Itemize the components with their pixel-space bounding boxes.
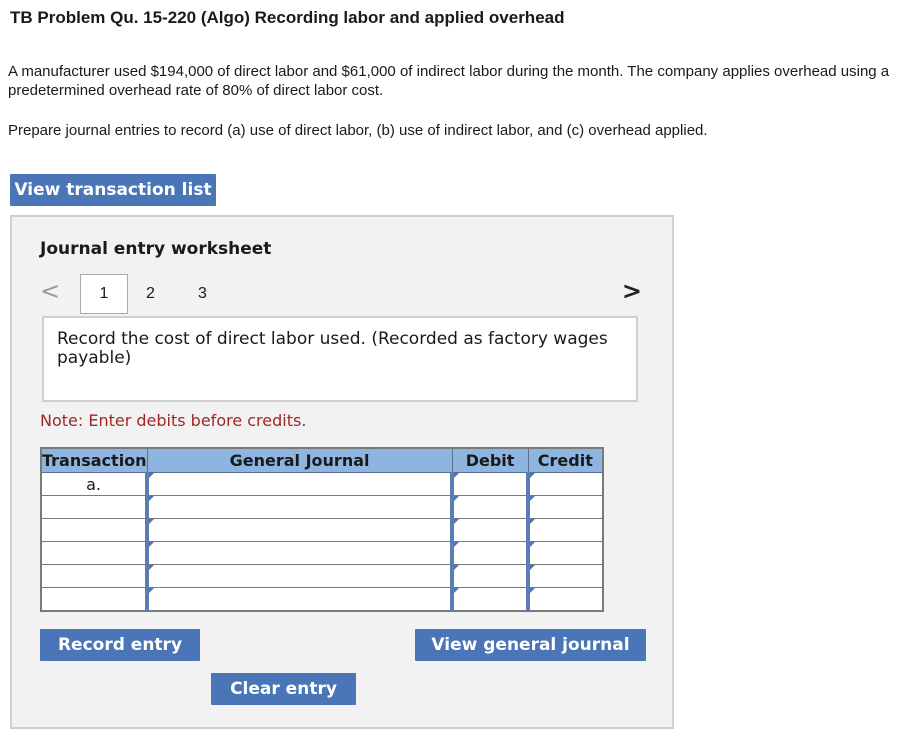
- dropdown-marker-icon: [149, 519, 155, 524]
- credit-input[interactable]: [526, 518, 604, 542]
- entry-instruction: Record the cost of direct labor used. (R…: [42, 316, 638, 402]
- transaction-cell: [40, 495, 148, 519]
- credit-input[interactable]: [526, 541, 604, 565]
- credit-input[interactable]: [526, 564, 604, 588]
- dropdown-marker-icon: [530, 519, 536, 524]
- page-tab-3[interactable]: 3: [198, 285, 207, 303]
- problem-instructions: Prepare journal entries to record (a) us…: [8, 122, 708, 139]
- transaction-cell: [40, 587, 148, 612]
- transaction-cell: [40, 564, 148, 588]
- table-row: [40, 541, 604, 565]
- debit-input[interactable]: [450, 495, 529, 519]
- account-input[interactable]: [145, 564, 453, 588]
- debit-input[interactable]: [450, 541, 529, 565]
- dropdown-marker-icon: [530, 542, 536, 547]
- dropdown-marker-icon: [530, 473, 536, 478]
- debit-input[interactable]: [450, 587, 529, 612]
- dropdown-marker-icon: [530, 588, 536, 593]
- transaction-cell: [40, 541, 148, 565]
- header-general-journal: General Journal: [146, 447, 453, 473]
- dropdown-marker-icon: [530, 496, 536, 501]
- debit-input[interactable]: [450, 472, 529, 496]
- entry-note: Note: Enter debits before credits.: [40, 411, 307, 430]
- clear-entry-button[interactable]: Clear entry: [211, 673, 356, 705]
- view-general-journal-button[interactable]: View general journal: [415, 629, 646, 661]
- credit-input[interactable]: [526, 587, 604, 612]
- debit-input[interactable]: [450, 564, 529, 588]
- problem-description: A manufacturer used $194,000 of direct l…: [8, 63, 890, 99]
- dropdown-marker-icon: [454, 473, 460, 478]
- dropdown-marker-icon: [149, 565, 155, 570]
- page-tab-1[interactable]: 1: [80, 274, 128, 314]
- account-input[interactable]: [145, 472, 453, 496]
- previous-page-icon[interactable]: <: [40, 277, 60, 305]
- dropdown-marker-icon: [454, 588, 460, 593]
- transaction-cell: [40, 518, 148, 542]
- credit-input[interactable]: [526, 495, 604, 519]
- table-row: [40, 495, 604, 519]
- dropdown-marker-icon: [530, 565, 536, 570]
- page-tab-2[interactable]: 2: [146, 285, 155, 303]
- view-transaction-list-button[interactable]: View transaction list: [10, 174, 216, 206]
- dropdown-marker-icon: [454, 542, 460, 547]
- worksheet-title: Journal entry worksheet: [40, 239, 272, 259]
- table-row: [40, 587, 604, 612]
- dropdown-marker-icon: [454, 496, 460, 501]
- dropdown-marker-icon: [149, 473, 155, 478]
- transaction-cell: a.: [40, 472, 148, 496]
- header-transaction: Transaction: [40, 447, 148, 473]
- dropdown-marker-icon: [149, 588, 155, 593]
- table-row: a.: [40, 472, 604, 496]
- dropdown-marker-icon: [149, 542, 155, 547]
- journal-entry-worksheet: Journal entry worksheet < 1 2 3 > Record…: [10, 215, 674, 729]
- table-row: [40, 518, 604, 542]
- account-input[interactable]: [145, 541, 453, 565]
- debit-input[interactable]: [450, 518, 529, 542]
- account-input[interactable]: [145, 587, 453, 612]
- dropdown-marker-icon: [454, 519, 460, 524]
- header-credit: Credit: [527, 447, 604, 473]
- account-input[interactable]: [145, 495, 453, 519]
- next-page-icon[interactable]: >: [622, 277, 642, 305]
- account-input[interactable]: [145, 518, 453, 542]
- dropdown-marker-icon: [454, 565, 460, 570]
- dropdown-marker-icon: [149, 496, 155, 501]
- journal-table: Transaction General Journal Debit Credit…: [40, 447, 605, 612]
- header-debit: Debit: [451, 447, 529, 473]
- record-entry-button[interactable]: Record entry: [40, 629, 200, 661]
- problem-title: TB Problem Qu. 15-220 (Algo) Recording l…: [10, 8, 565, 27]
- table-row: [40, 564, 604, 588]
- credit-input[interactable]: [526, 472, 604, 496]
